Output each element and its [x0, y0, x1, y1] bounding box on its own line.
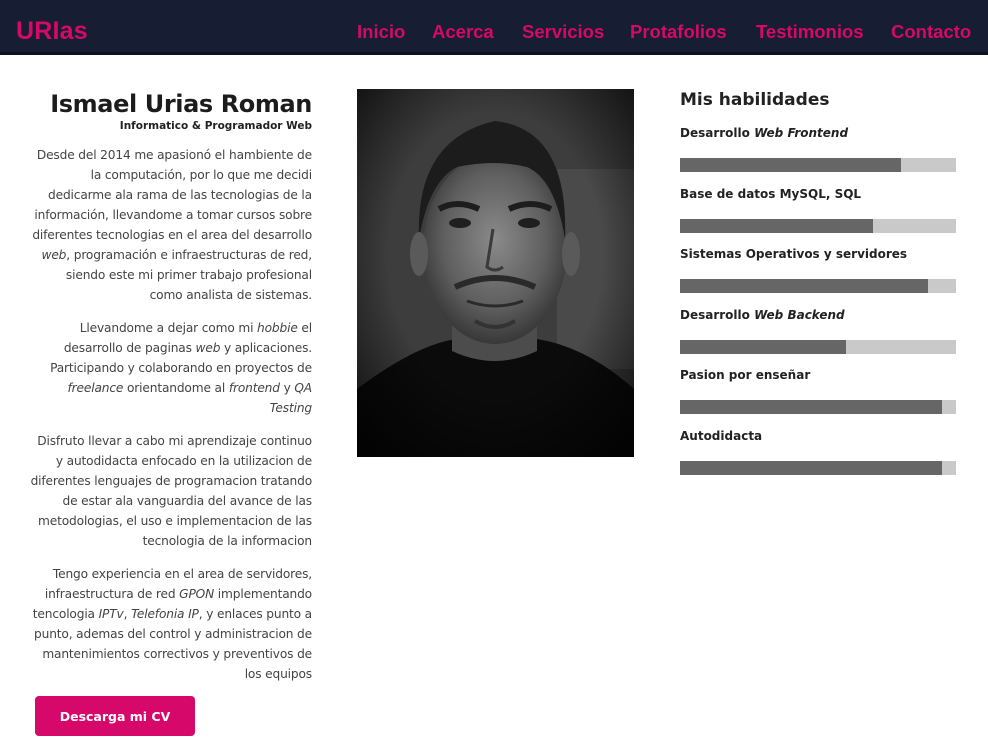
- skill-label: Pasion por enseñar: [680, 368, 810, 382]
- nav-link-protafolios[interactable]: Protafolios: [630, 21, 727, 43]
- skill-bar-fill: [680, 218, 874, 233]
- skill-label-text: Desarrollo: [680, 126, 755, 140]
- skill-label: Base de datos MySQL, SQL: [680, 187, 861, 201]
- navbar: URIas Inicio Acerca Servicios Protafolio…: [0, 0, 988, 55]
- skill-label: Desarrollo Web Backend: [680, 308, 845, 322]
- nav-link-servicios[interactable]: Servicios: [522, 21, 604, 43]
- nav-link-acerca[interactable]: Acerca: [432, 21, 494, 43]
- about-section: Ismael Urias Roman Informatico & Program…: [30, 90, 313, 684]
- skill-item: Pasion por enseñar: [680, 353, 956, 414]
- skill-label-text: Desarrollo: [680, 307, 755, 322]
- profile-subtitle: Informatico & Programador Web: [119, 120, 312, 132]
- skill-item: Autodidacta: [680, 414, 956, 475]
- profile-name: Ismael Urias Roman: [50, 90, 312, 118]
- nav-link-inicio[interactable]: Inicio: [357, 21, 405, 43]
- skill-item: Base de datos MySQL, SQL: [680, 172, 956, 233]
- skill-item: Desarrollo Web Backend: [680, 293, 956, 354]
- skill-label: Autodidacta: [680, 429, 762, 443]
- skill-item: Sistemas Operativos y servidores: [680, 232, 956, 293]
- skill-label: Sistemas Operativos y servidores: [680, 247, 907, 261]
- about-paragraph: Desde del 2014 me apasionó el hambiente …: [32, 148, 312, 302]
- skill-bar-fill: [680, 339, 846, 354]
- skill-bar: [680, 400, 956, 414]
- about-paragraph: Disfruto llevar a cabo mi aprendizaje co…: [30, 434, 313, 548]
- skill-label-text: Autodidacta: [680, 428, 763, 443]
- nav-link-testimonios[interactable]: Testimonios: [756, 21, 864, 43]
- skill-bar-fill: [680, 279, 929, 293]
- skill-label-text: Sistemas Operativos y servidores: [680, 247, 908, 261]
- brand-logo[interactable]: URIas: [16, 17, 88, 46]
- about-paragraph: Tengo experiencia en el area de servidor…: [32, 567, 312, 681]
- skill-item: Desarrollo Web Frontend: [680, 111, 956, 172]
- skill-bar-fill: [680, 460, 943, 475]
- skill-bar-fill: [680, 400, 943, 414]
- about-paragraph: Llevandome a dejar como mi hobbie el des…: [50, 321, 312, 415]
- skill-bar: [680, 339, 956, 354]
- portrait-illustration: [357, 89, 634, 457]
- skill-label-text: Pasion por enseñar: [680, 368, 811, 382]
- nav-link-contacto[interactable]: Contacto: [891, 21, 971, 43]
- skill-bar: [680, 460, 956, 475]
- skills-section: Mis habilidades Desarrollo Web Frontend …: [680, 90, 956, 475]
- skill-label-text: Base de datos MySQL, SQL: [680, 186, 862, 201]
- skill-bar: [680, 279, 956, 293]
- skill-label: Desarrollo Web Frontend: [680, 126, 848, 140]
- skill-label-emphasis: Web Backend: [754, 307, 845, 322]
- skills-title: Mis habilidades: [680, 90, 830, 110]
- skill-bar-fill: [680, 158, 901, 172]
- skill-bar: [680, 218, 956, 233]
- skill-bar: [680, 158, 956, 172]
- profile-photo: [357, 89, 634, 457]
- download-cv-button[interactable]: Descarga mi CV: [35, 696, 195, 736]
- skill-label-emphasis: Web Frontend: [754, 126, 849, 140]
